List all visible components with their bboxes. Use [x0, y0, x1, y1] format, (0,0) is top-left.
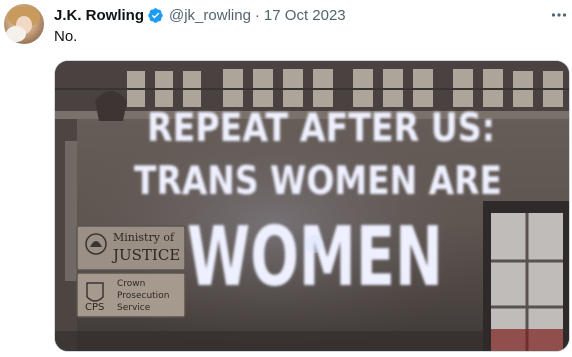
ministry-of-justice-sign: Ministry of JUSTICE [76, 225, 186, 271]
sign-cps-line3: Service [117, 303, 151, 313]
avatar-dog [6, 26, 26, 42]
avatar[interactable] [4, 4, 44, 44]
tweet-header: J.K. Rowling @jk_rowling · 17 Oct 2023 [54, 4, 346, 26]
projection-line-1: REPEAT AFTER US: [147, 106, 495, 151]
tweet-photo[interactable]: REPEAT AFTER US: TRANS WOMEN ARE WOMEN M… [54, 60, 570, 352]
separator-dot: · [254, 6, 260, 24]
more-options-icon[interactable] [550, 6, 568, 24]
sign-cps-line2: Prosecution [117, 291, 169, 301]
sign-cps-line1: Crown [117, 279, 145, 289]
author-name[interactable]: J.K. Rowling [54, 7, 144, 24]
sign-justice-line2: JUSTICE [111, 246, 180, 264]
sign-justice-line1: Ministry of [113, 231, 175, 244]
photo-canvas: REPEAT AFTER US: TRANS WOMEN ARE WOMEN M… [55, 61, 569, 351]
tweet: J.K. Rowling @jk_rowling · 17 Oct 2023 N… [0, 0, 572, 357]
projection-line-3: WOMEN [187, 210, 443, 305]
author-handle[interactable]: @jk_rowling [169, 7, 251, 24]
projection-line-2: TRANS WOMEN ARE [134, 159, 502, 204]
sign-cps-abbr: CPS [85, 302, 104, 313]
tweet-text: No. [54, 28, 78, 45]
tweet-date[interactable]: 17 Oct 2023 [264, 7, 346, 24]
cps-sign: CPS Crown Prosecution Service [76, 272, 186, 318]
verified-badge-icon [147, 7, 164, 24]
